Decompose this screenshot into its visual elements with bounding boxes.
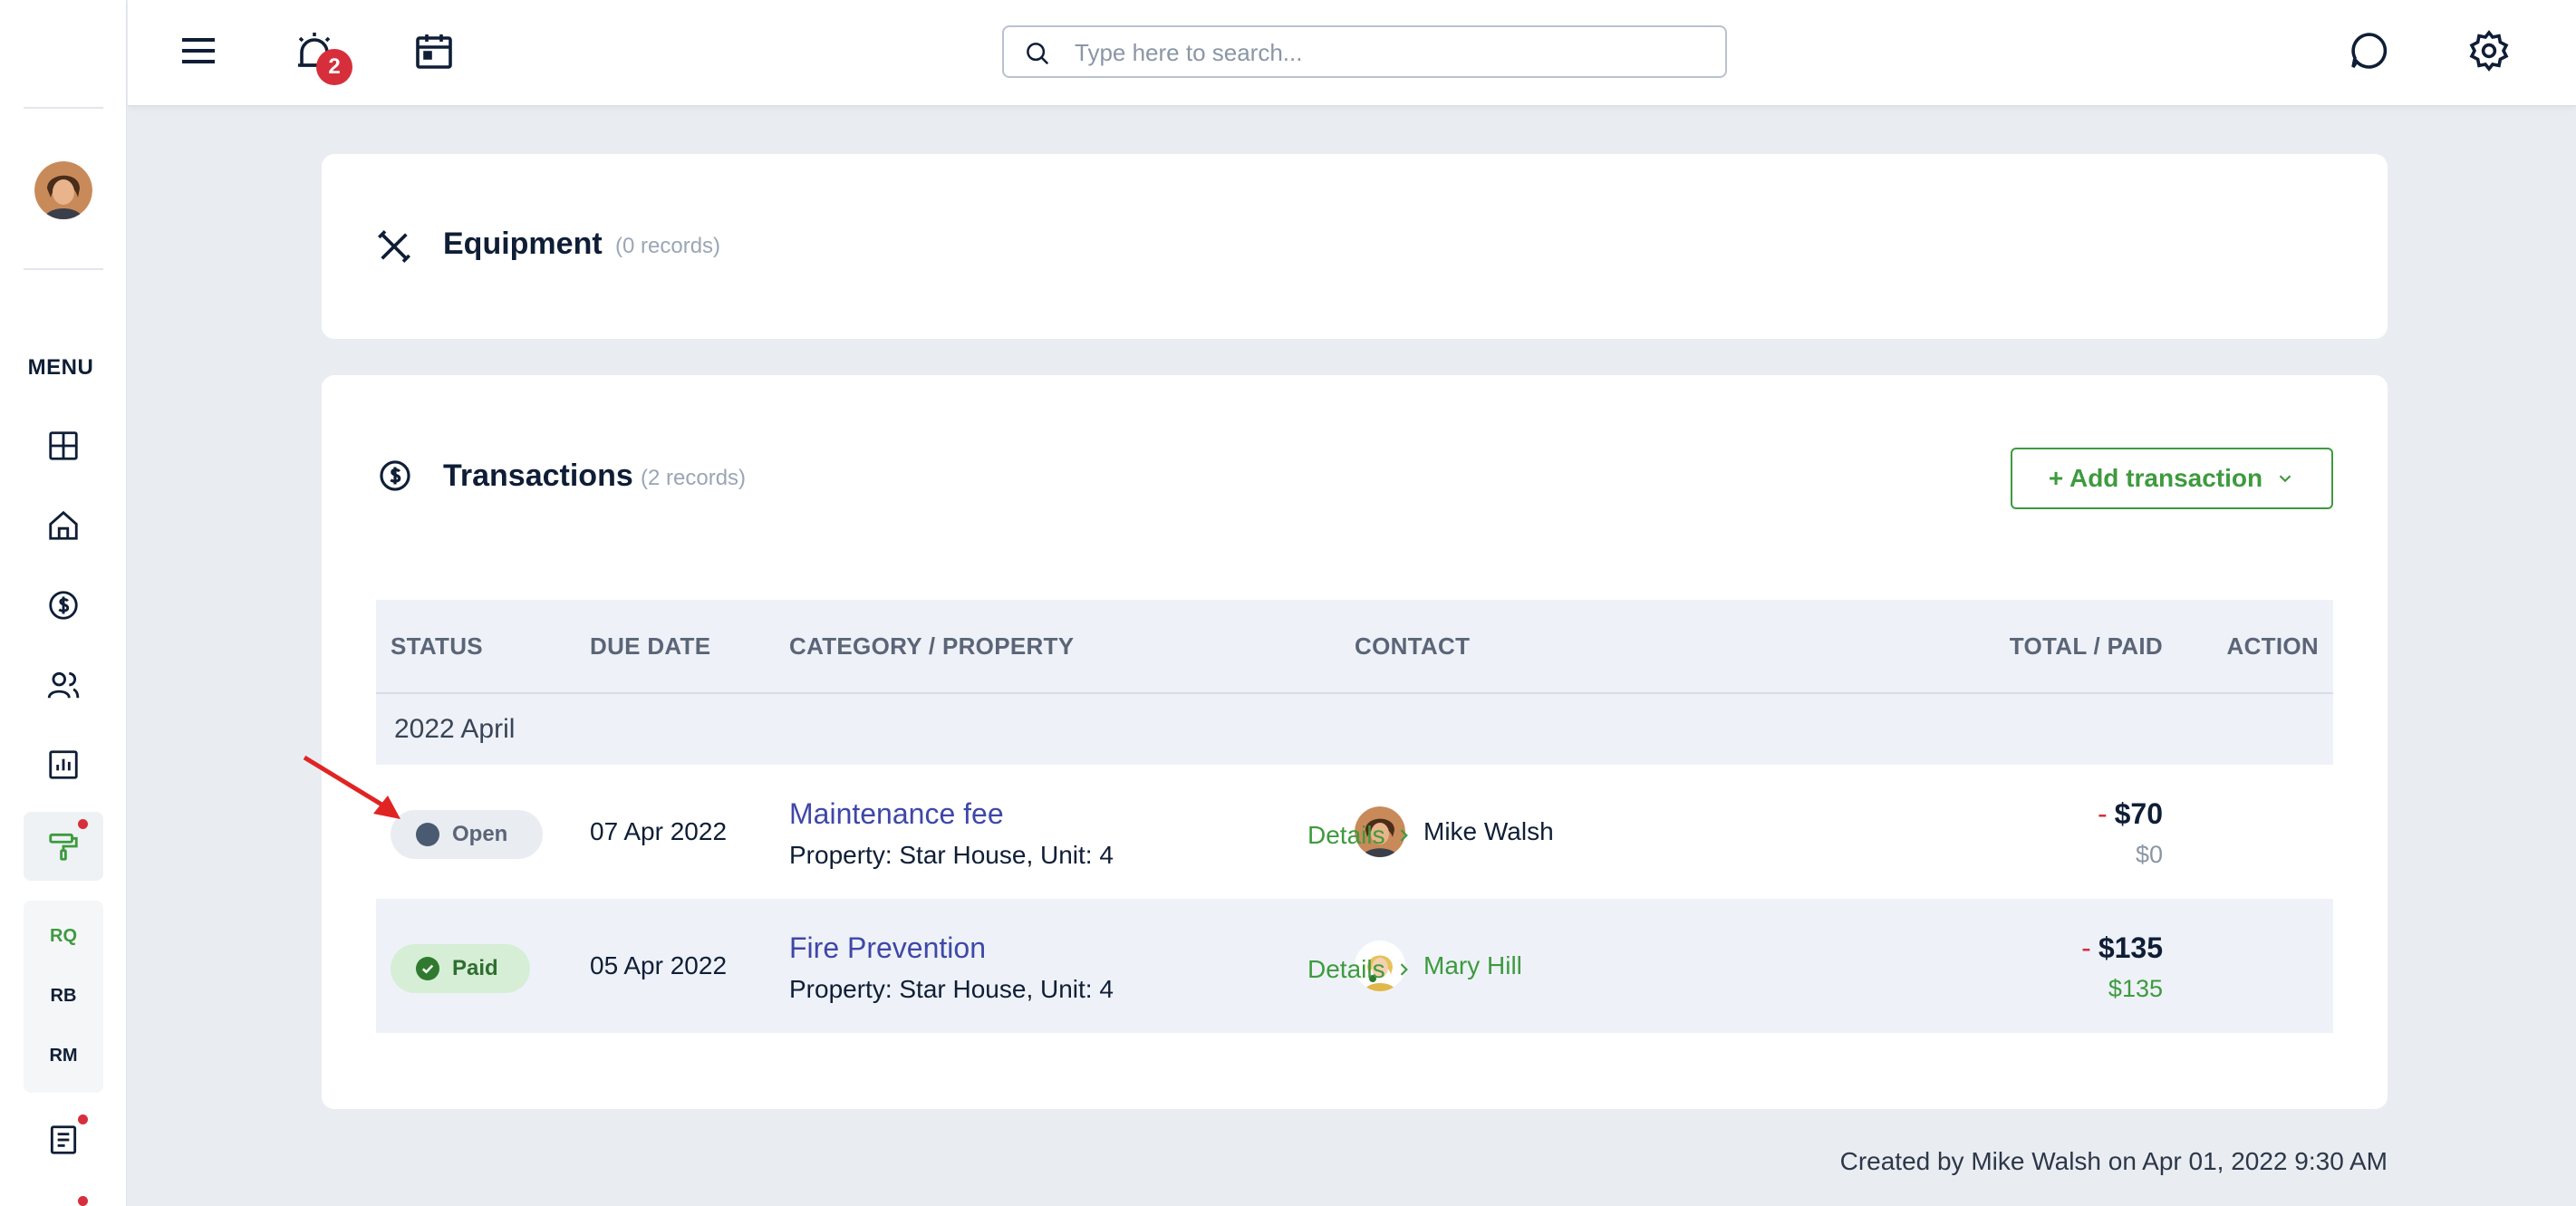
transactions-count: (2 records)	[641, 466, 747, 490]
quick-link-rb[interactable]: RB	[24, 986, 103, 1007]
chevron-right-icon	[1400, 829, 1408, 842]
group-row: 2022 April	[376, 694, 2333, 765]
status-badge-paid: Paid	[391, 944, 530, 993]
search-bar[interactable]	[1002, 25, 1727, 78]
column-header-action: ACTION	[2226, 632, 2319, 660]
equipment-title: Equipment	[443, 227, 603, 261]
quick-link-rq[interactable]: RQ	[24, 926, 103, 947]
column-header-contact[interactable]: CONTACT	[1355, 632, 1470, 661]
details-link[interactable]: Details	[1307, 955, 1413, 984]
chevron-down-icon	[2279, 475, 2291, 483]
minus-sign: -	[2097, 797, 2108, 830]
quick-links: RQ RB RM	[24, 901, 103, 1093]
table-row: Paid 05 Apr 2022 Fire Prevention Propert…	[376, 899, 2333, 1033]
category-link[interactable]: Maintenance fee	[789, 797, 1004, 831]
category-link[interactable]: Fire Prevention	[789, 931, 986, 965]
home-icon[interactable]	[40, 502, 87, 549]
due-date: 05 Apr 2022	[590, 951, 728, 979]
due-date: 07 Apr 2022	[590, 817, 728, 845]
chat-icon[interactable]	[2344, 25, 2395, 76]
add-transaction-button[interactable]: + Add transaction	[2011, 448, 2333, 509]
table-row: Open 07 Apr 2022 Maintenance fee Propert…	[376, 765, 2333, 899]
paint-roller-icon[interactable]	[40, 823, 87, 870]
notification-dot	[78, 1196, 88, 1206]
property-text: Property: Star House, Unit: 4	[789, 975, 1114, 1003]
rail-divider	[24, 107, 103, 109]
dollar-icon[interactable]	[40, 582, 87, 629]
report-icon[interactable]	[40, 741, 87, 788]
search-icon	[1027, 43, 1049, 65]
contact-name[interactable]: Mary Hill	[1423, 951, 1522, 980]
quick-link-rm[interactable]: RM	[24, 1046, 103, 1066]
total-amount: - $135	[2081, 931, 2163, 965]
check-circle-icon	[416, 957, 439, 980]
details-link[interactable]: Details	[1307, 821, 1413, 850]
status-label: Open	[452, 822, 508, 846]
transactions-title: Transactions	[443, 458, 633, 493]
details-label: Details	[1307, 821, 1385, 849]
status-badge-open: Open	[391, 810, 543, 859]
left-rail: MENU RQ RB RM	[0, 0, 127, 1206]
paid-amount: $135	[2108, 975, 2163, 1002]
created-by-note: Created by Mike Walsh on Apr 01, 2022 9:…	[1839, 1147, 2388, 1175]
tools-icon	[376, 228, 412, 265]
minus-sign: -	[2081, 931, 2091, 964]
transactions-table-header: STATUS DUE DATE CATEGORY / PROPERTY CONT…	[376, 600, 2333, 694]
notification-dot	[78, 1114, 88, 1124]
add-transaction-label: + Add transaction	[2048, 464, 2263, 492]
paid-amount: $0	[2135, 841, 2163, 868]
contact-name[interactable]: Mike Walsh	[1423, 817, 1554, 846]
calendar-icon[interactable]	[409, 25, 459, 76]
equipment-count: (0 records)	[615, 234, 721, 258]
equipment-card: Equipment (0 records)	[322, 154, 2388, 339]
menu-label: MENU	[27, 355, 94, 380]
details-label: Details	[1307, 955, 1385, 983]
total-amount: - $70	[2098, 797, 2163, 831]
column-header-due-date[interactable]: DUE DATE	[590, 632, 710, 661]
total-value: $135	[2098, 931, 2163, 964]
gear-icon[interactable]	[2464, 25, 2514, 76]
user-avatar[interactable]	[34, 161, 92, 219]
notification-count-badge: 2	[316, 49, 352, 85]
search-input[interactable]	[1075, 36, 1709, 69]
annotation-arrow-icon	[303, 755, 400, 819]
dashboard-icon[interactable]	[40, 422, 87, 469]
status-label: Paid	[452, 956, 498, 980]
property-text: Property: Star House, Unit: 4	[789, 841, 1114, 869]
top-bar: 2	[128, 0, 2576, 107]
total-value: $70	[2114, 797, 2163, 830]
chevron-right-icon	[1400, 963, 1408, 976]
notification-dot	[78, 819, 88, 829]
column-header-total[interactable]: TOTAL / PAID	[2010, 632, 2163, 661]
hamburger-menu-icon[interactable]	[173, 25, 224, 76]
dollar-circle-icon	[378, 458, 412, 493]
status-dot-icon	[416, 823, 439, 846]
column-header-status[interactable]: STATUS	[391, 632, 483, 661]
people-icon[interactable]	[40, 661, 87, 709]
column-header-category[interactable]: CATEGORY / PROPERTY	[789, 632, 1074, 661]
group-label: 2022 April	[394, 714, 516, 744]
rail-divider	[24, 268, 103, 270]
